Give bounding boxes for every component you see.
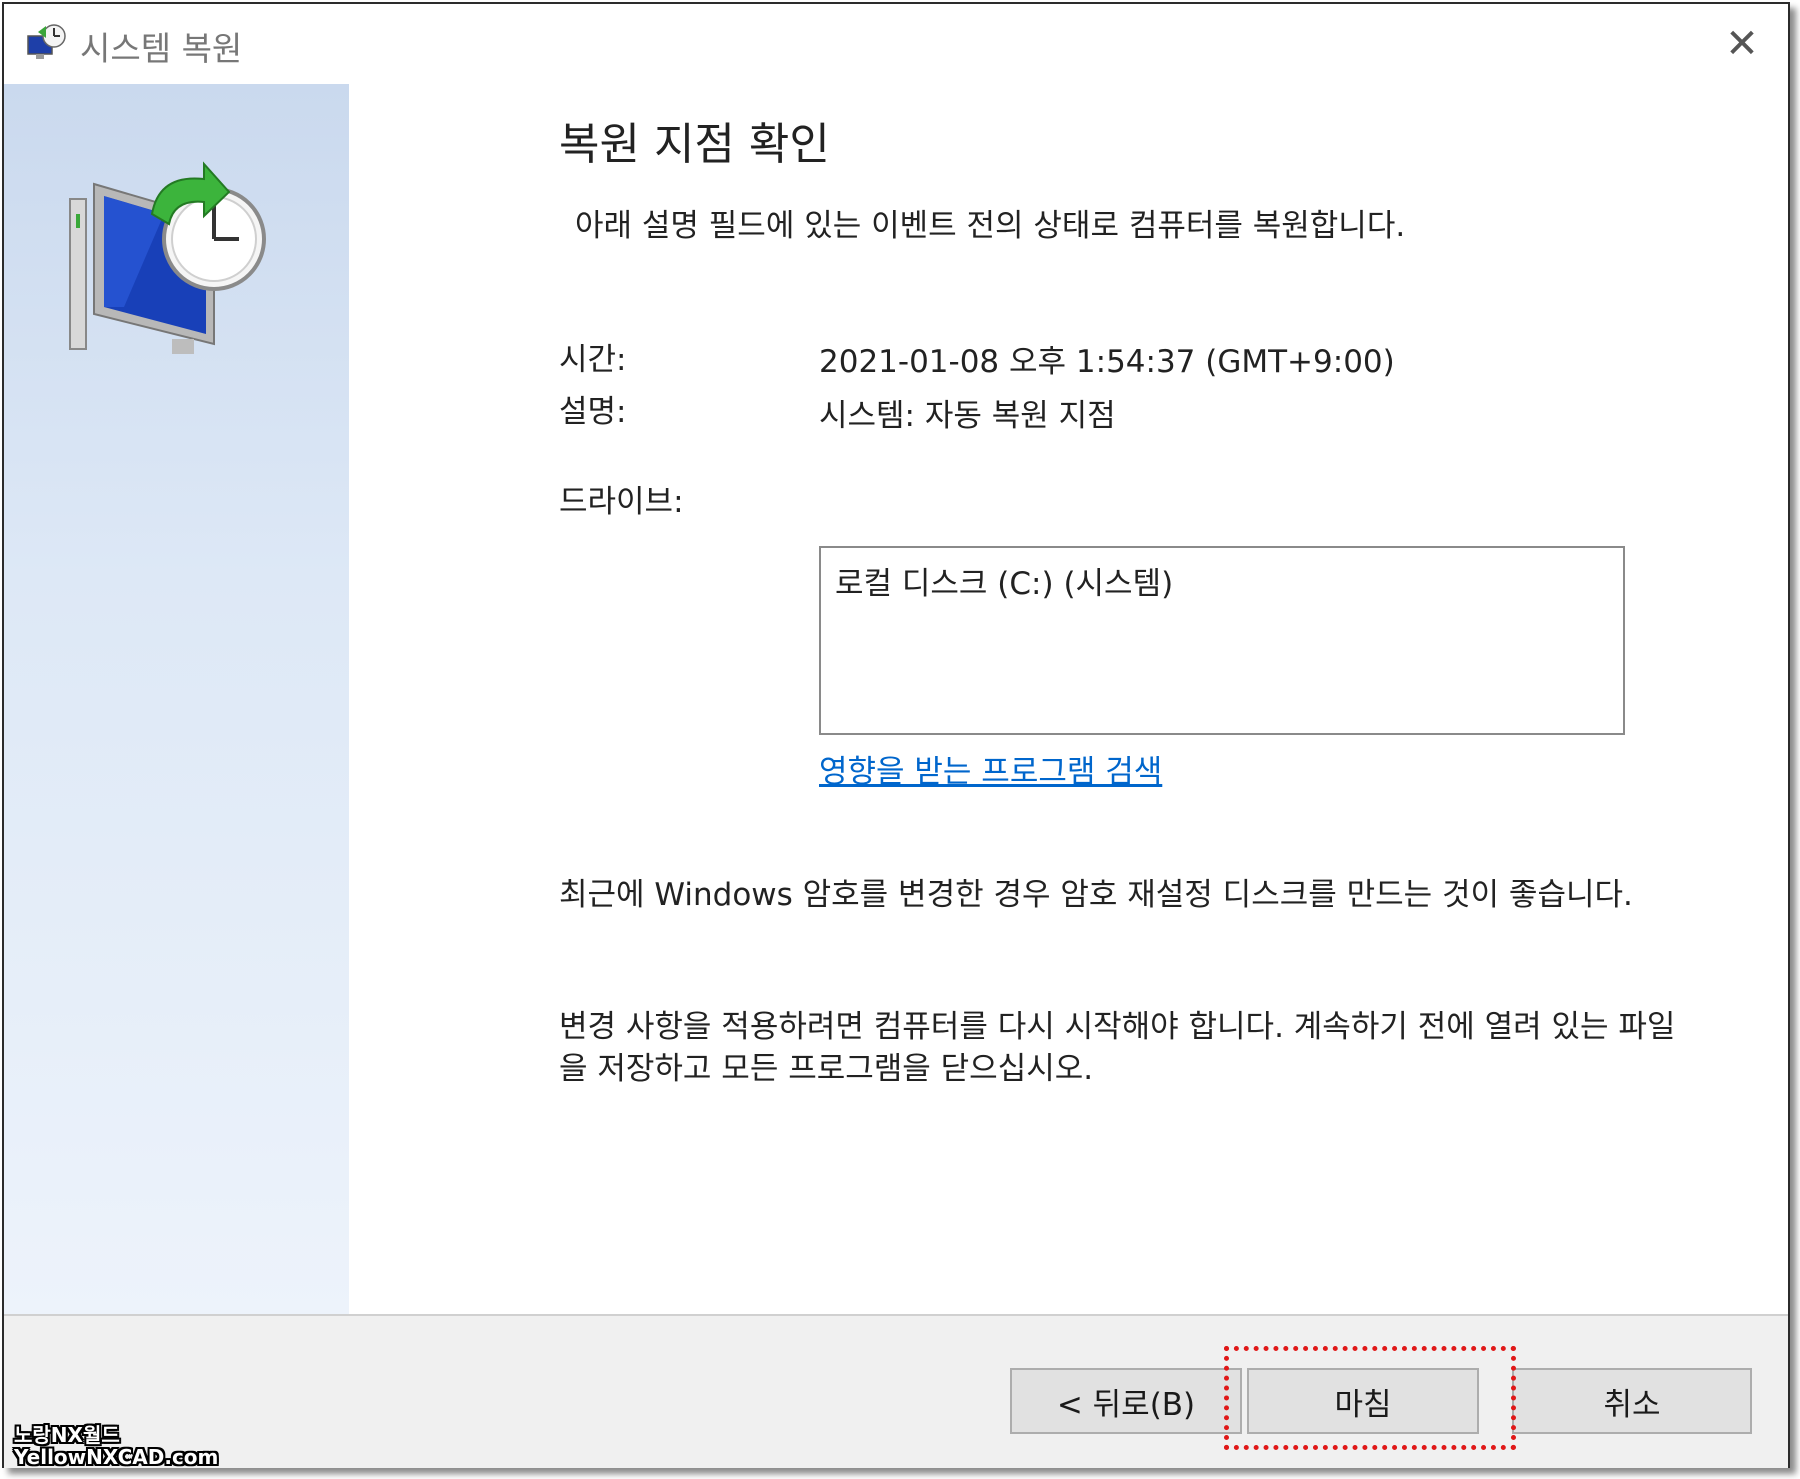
sidebar-panel xyxy=(4,84,349,1314)
system-restore-window: 시스템 복원 ✕ 복원 지점 확인 아래 설명 필드에 있는 이벤트 전의 상태… xyxy=(2,2,1790,1468)
cancel-button[interactable]: 취소 xyxy=(1512,1368,1752,1434)
system-restore-computer-clock-icon xyxy=(69,161,266,354)
drive-label: 드라이브: xyxy=(559,484,684,520)
system-restore-icon xyxy=(27,24,66,59)
finish-button[interactable]: 마침 xyxy=(1247,1368,1479,1434)
window-title: 시스템 복원 xyxy=(80,29,243,68)
watermark-line-1: 노랑NX월드 xyxy=(14,1423,120,1447)
content-panel: 복원 지점 확인 아래 설명 필드에 있는 이벤트 전의 상태로 컴퓨터를 복원… xyxy=(349,84,1788,1314)
drive-list-item[interactable]: 로컬 디스크 (C:) (시스템) xyxy=(835,558,1173,603)
close-icon: ✕ xyxy=(1725,21,1759,67)
time-value: 2021-01-08 오후 1:54:37 (GMT+9:00) xyxy=(819,344,1395,380)
drive-list[interactable]: 로컬 디스크 (C:) (시스템) xyxy=(819,546,1625,735)
scan-affected-programs-link[interactable]: 영향을 받는 프로그램 검색 xyxy=(819,746,1162,791)
title-bar: 시스템 복원 ✕ xyxy=(4,4,1788,84)
watermark: 노랑NX월드 YellowNXCAD.com xyxy=(14,1424,218,1468)
page-title: 복원 지점 확인 xyxy=(559,119,830,170)
password-reset-note: 최근에 Windows 암호를 변경한 경우 암호 재설정 디스크를 만드는 것… xyxy=(559,877,1633,913)
back-button[interactable]: < 뒤로(B) xyxy=(1010,1368,1242,1434)
page-description: 아래 설명 필드에 있는 이벤트 전의 상태로 컴퓨터를 복원합니다. xyxy=(575,208,1406,244)
restart-warning-note: 변경 사항을 적용하려면 컴퓨터를 다시 시작해야 합니다. 계속하기 전에 열… xyxy=(559,1009,1676,1087)
button-bar: < 뒤로(B) 마침 취소 xyxy=(4,1314,1788,1468)
description-value: 시스템: 자동 복원 지점 xyxy=(819,398,1116,434)
watermark-line-2: YellowNXCAD.com xyxy=(14,1445,219,1469)
close-button[interactable]: ✕ xyxy=(1716,20,1768,68)
time-label: 시간: xyxy=(559,342,627,378)
description-label: 설명: xyxy=(559,394,627,430)
